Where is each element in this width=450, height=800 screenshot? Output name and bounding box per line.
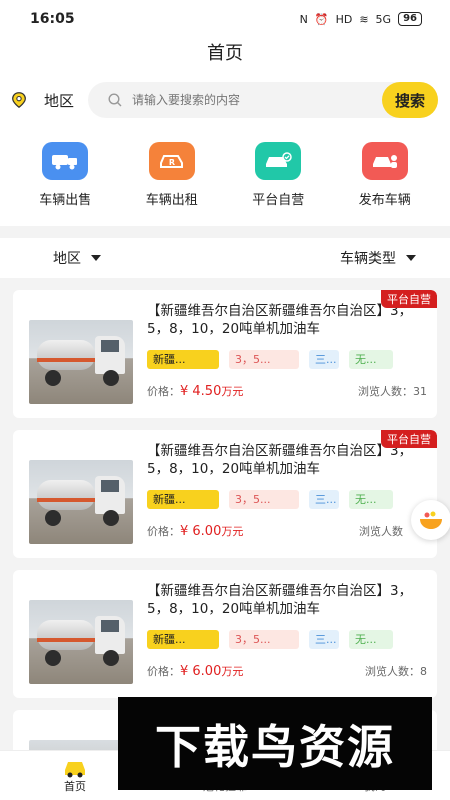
tag-list: 新疆... 3，5... 三... 无... — [147, 490, 427, 509]
tag-tonnage: 3，5... — [229, 630, 299, 649]
vehicle-photo — [29, 600, 133, 684]
status-icons: N ⏰ HD ≋ 5G 96 — [300, 12, 422, 26]
listing-meta: 价格：¥ 4.50万元 浏览人数：31 — [147, 383, 427, 399]
tag-tonnage: 3，5... — [229, 350, 299, 369]
publish-vehicle-icon — [361, 142, 408, 180]
svg-text:R: R — [169, 158, 175, 167]
location-pin-icon[interactable] — [10, 91, 28, 109]
quick-publish-vehicle[interactable]: 发布车辆 — [340, 142, 430, 208]
tag-status: 无... — [349, 490, 393, 509]
wifi-icon: ≋ — [359, 12, 369, 26]
view-count: 浏览人数：31 — [358, 385, 427, 398]
floating-action-button[interactable] — [411, 500, 450, 540]
region-filter-label: 地区 — [53, 251, 81, 267]
tag-region: 新疆... — [147, 490, 219, 509]
vehicle-photo — [29, 320, 133, 404]
filter-bar: 地区 车辆类型 — [0, 238, 450, 278]
platform-badge: 平台自营 — [381, 290, 437, 308]
tag-region: 新疆... — [147, 350, 219, 369]
tag-region: 新疆... — [147, 630, 219, 649]
watermark-banner: 下载鸟资源 — [118, 697, 432, 790]
price: 价格：¥ 6.00万元 — [147, 664, 244, 679]
search-input[interactable] — [132, 93, 353, 107]
price: 价格：¥ 4.50万元 — [147, 384, 244, 399]
search-row: 地区 搜索 — [0, 70, 450, 130]
tab-label: 首页 — [64, 779, 86, 793]
listing-card[interactable]: 【新疆维吾尔自治区新疆维吾尔自治区】3，5，8，10，20吨单机加油车 新疆..… — [13, 570, 437, 698]
battery-icon: 96 — [398, 12, 422, 26]
listing-title: 【新疆维吾尔自治区新疆维吾尔自治区】3，5，8，10，20吨单机加油车 — [147, 583, 413, 617]
region-filter[interactable]: 地区 — [53, 248, 101, 268]
bowl-icon — [420, 511, 442, 529]
clock: 16:05 — [30, 11, 75, 27]
platform-car-icon — [255, 142, 302, 180]
tag-type: 三... — [309, 630, 339, 649]
tag-list: 新疆... 3，5... 三... 无... — [147, 630, 427, 649]
signal-icon: 5G — [375, 12, 392, 26]
vehicle-type-filter[interactable]: 车辆类型 — [340, 248, 416, 268]
tag-type: 三... — [309, 490, 339, 509]
alarm-icon: ⏰ — [314, 12, 329, 26]
listing-card[interactable]: 【新疆维吾尔自治区新疆维吾尔自治区】3，5，8，10，20吨单机加油车 新疆..… — [13, 430, 437, 558]
tag-tonnage: 3，5... — [229, 490, 299, 509]
car-icon — [65, 761, 85, 777]
view-count: 浏览人数：8 — [365, 665, 427, 678]
search-button[interactable]: 搜索 — [382, 82, 438, 118]
price: 价格：¥ 6.00万元 — [147, 524, 244, 539]
tag-status: 无... — [349, 350, 393, 369]
listing-card[interactable]: 【新疆维吾尔自治区新疆维吾尔自治区】3，5，8，10，20吨单机加油车 新疆..… — [13, 290, 437, 418]
quick-label: 车辆出租 — [145, 193, 198, 208]
tag-type: 三... — [309, 350, 339, 369]
search-bar[interactable]: 搜索 — [88, 82, 438, 118]
dropdown-caret-icon — [406, 255, 416, 261]
quick-label: 车辆出售 — [39, 193, 92, 208]
page-title: 首页 — [207, 43, 243, 64]
platform-badge: 平台自营 — [381, 430, 437, 448]
dropdown-caret-icon — [91, 255, 101, 261]
listing-meta: 价格：¥ 6.00万元 浏览人数：8 — [147, 663, 427, 679]
quick-label: 平台自营 — [252, 193, 305, 208]
tag-list: 新疆... 3，5... 三... 无... — [147, 350, 427, 369]
quick-vehicle-sale[interactable]: 车辆出售 — [20, 142, 110, 208]
tab-home[interactable]: 首页 — [30, 758, 120, 794]
quick-platform-owned[interactable]: 平台自营 — [233, 142, 323, 208]
region-selector[interactable]: 地区 — [44, 90, 74, 111]
quick-label: 发布车辆 — [358, 193, 411, 208]
vehicle-photo — [29, 460, 133, 544]
status-bar: 16:05 N ⏰ HD ≋ 5G 96 — [0, 0, 450, 38]
listing-meta: 价格：¥ 6.00万元 浏览人数 — [147, 523, 427, 539]
top-section: 16:05 N ⏰ HD ≋ 5G 96 首页 地区 搜索 — [0, 0, 450, 226]
vehicle-type-filter-label: 车辆类型 — [340, 251, 396, 267]
hd-icon: HD — [335, 12, 353, 26]
tag-status: 无... — [349, 630, 393, 649]
nfc-icon: N — [299, 12, 308, 26]
truck-rent-icon: R — [148, 142, 195, 180]
truck-sale-icon — [42, 142, 89, 180]
search-icon — [108, 93, 122, 107]
quick-actions: 车辆出售 R 车辆出租 平台自营 发布车辆 — [0, 130, 450, 226]
quick-vehicle-rent[interactable]: R 车辆出租 — [127, 142, 217, 208]
